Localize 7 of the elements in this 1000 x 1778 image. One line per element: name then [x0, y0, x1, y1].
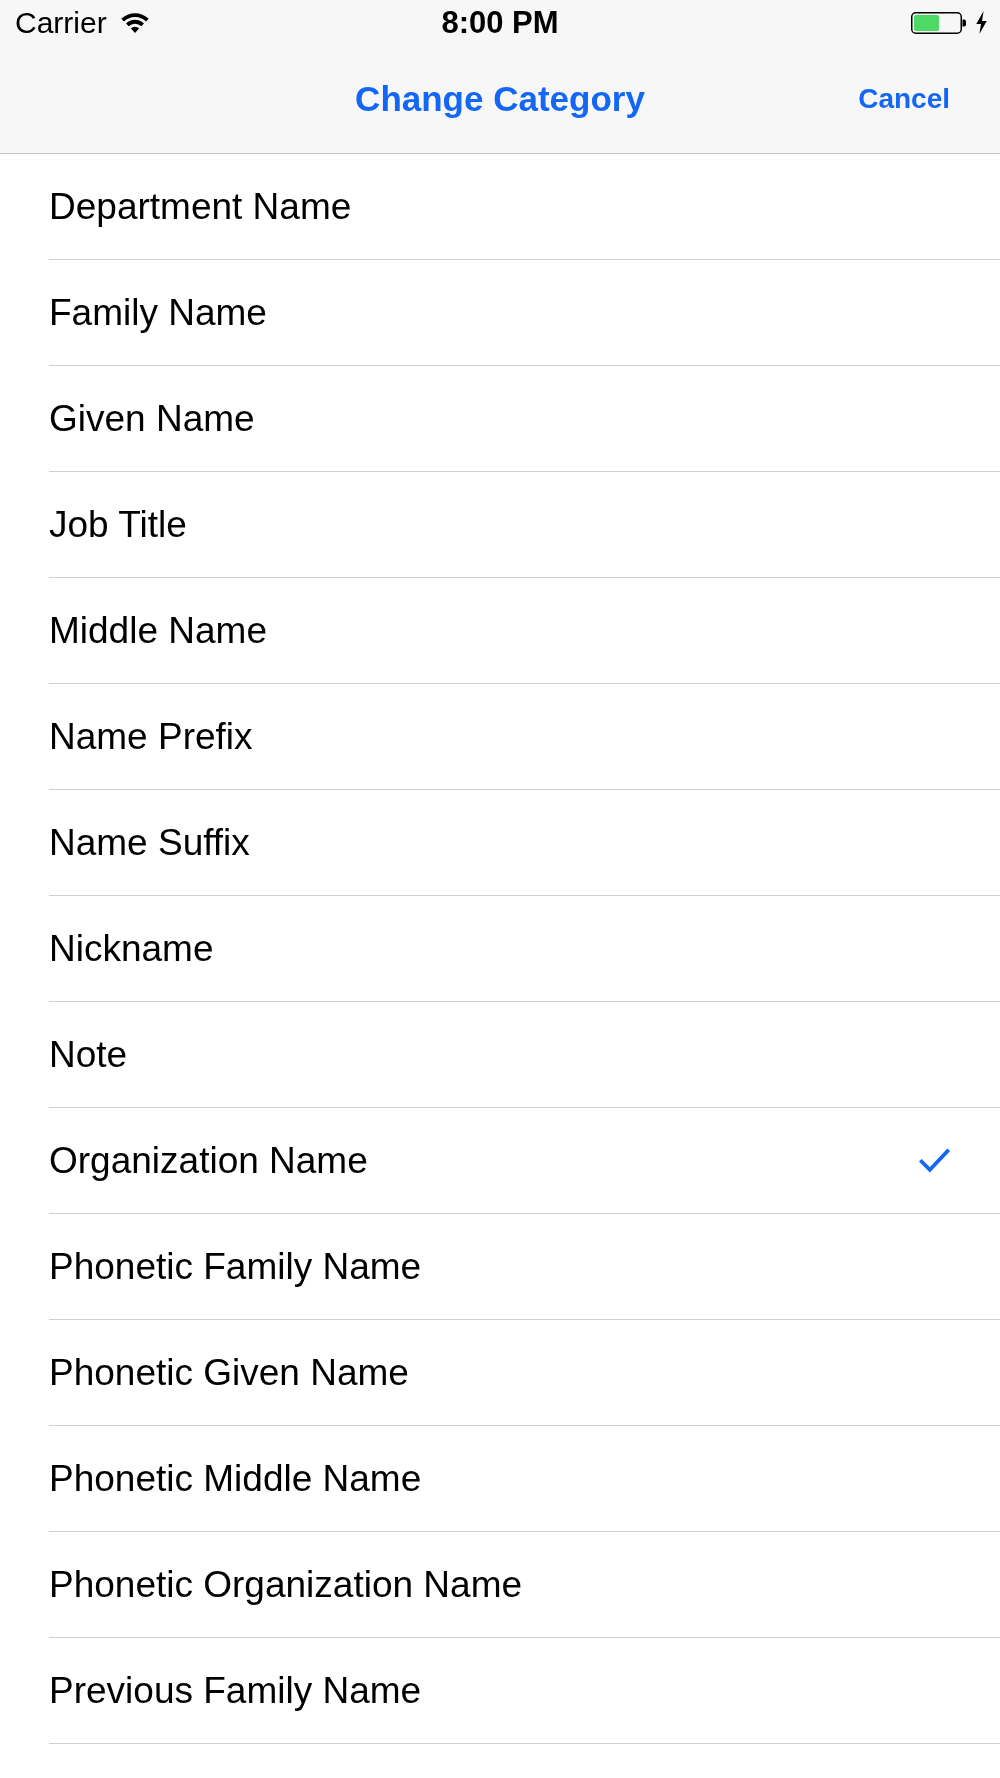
battery-icon: [910, 11, 967, 34]
time-label: 8:00 PM: [441, 4, 559, 41]
wifi-icon: [120, 12, 149, 33]
nav-title: Change Category: [355, 79, 645, 119]
cancel-button[interactable]: Cancel: [858, 83, 950, 115]
carrier-label: Carrier: [15, 5, 107, 40]
charging-bolt-icon: [975, 11, 988, 34]
